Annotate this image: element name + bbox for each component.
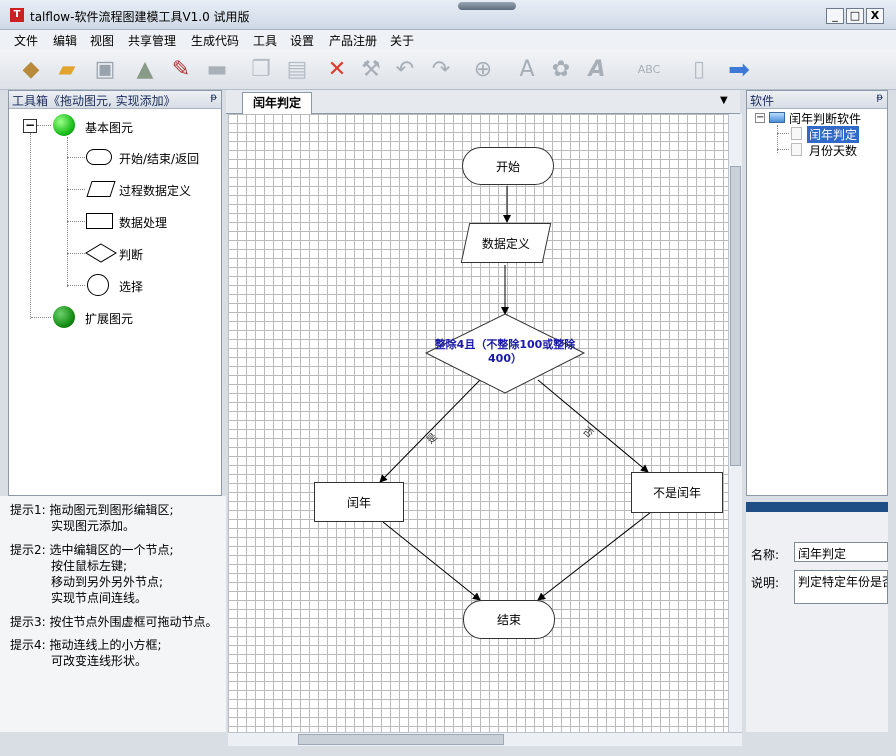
root-collapse-toggle[interactable]: − (755, 113, 765, 123)
tool-terminal[interactable]: 开始/结束/返回 (119, 150, 199, 167)
name-label: 名称: (751, 548, 780, 562)
tips-panel: 提示1: 拖动图元到图形编辑区; 实现图元添加。 提示2: 选中编辑区的一个节点;… (0, 496, 226, 732)
edge-yes-end[interactable] (382, 521, 481, 601)
data-define-node[interactable]: 数据定义 (460, 223, 552, 263)
terminal-shape-icon (86, 149, 112, 165)
spellcheck-icon[interactable]: ABC (634, 55, 664, 85)
software-title: 软件 (750, 94, 775, 108)
editor-tab-strip: 闰年判定 ▼ (226, 90, 740, 114)
menu-tools[interactable]: 工具 (253, 32, 277, 49)
edge-no-end[interactable] (537, 511, 652, 601)
vertical-scroll-thumb[interactable] (730, 166, 741, 466)
tip-4: 提示4: 拖动连线上的小方框; 可改变连线形状。 (10, 638, 162, 668)
diamond-shape-icon (85, 243, 117, 263)
maximize-button[interactable]: □ (846, 8, 864, 24)
tool-decision[interactable]: 判断 (119, 246, 143, 263)
arrow-right-icon[interactable]: ➡ (724, 55, 754, 85)
name-field[interactable]: 闰年判定 (794, 542, 888, 562)
circle-shape-icon (87, 274, 109, 296)
tip-1: 提示1: 拖动图元到图形编辑区; 实现图元添加。 (10, 503, 174, 533)
menu-file[interactable]: 文件 (14, 32, 38, 49)
canvas-vertical-scrollbar[interactable] (728, 114, 742, 732)
tool-process[interactable]: 数据处理 (119, 214, 167, 231)
menu-view[interactable]: 视图 (90, 32, 114, 49)
group-basic-label[interactable]: 基本图元 (85, 119, 133, 136)
edit-book-icon[interactable]: ✎ (166, 55, 196, 85)
end-node[interactable]: 结束 (463, 600, 555, 639)
rectangle-shape-icon (86, 213, 113, 229)
redo-icon[interactable]: ↷ (426, 55, 456, 85)
paste-icon[interactable]: ▤ (282, 55, 312, 85)
pin-icon[interactable]: ᵽ (876, 92, 883, 103)
tree-icon[interactable]: ▲ (130, 55, 160, 85)
tab-leap-year[interactable]: 闰年判定 (242, 92, 312, 114)
menu-settings[interactable]: 设置 (290, 32, 314, 49)
pin-icon[interactable]: ᵽ (210, 92, 217, 103)
green-ball-icon (53, 114, 75, 136)
minimize-button[interactable]: _ (826, 8, 844, 24)
parallelogram-shape-icon (86, 181, 116, 197)
zoom-icon[interactable]: ⊕ (468, 55, 498, 85)
group-extended-label[interactable]: 扩展图元 (85, 310, 133, 327)
tree-item-leap-year[interactable]: 闰年判定 (807, 126, 860, 143)
horizontal-scroll-thumb[interactable] (298, 734, 504, 745)
software-pane: 软件 ᵽ − 闰年判断软件 闰年判定 月份天数 (746, 90, 888, 496)
collapse-toggle[interactable]: − (23, 119, 37, 133)
start-node[interactable]: 开始 (462, 147, 554, 185)
tab-dropdown-icon[interactable]: ▼ (720, 95, 728, 106)
doc-icon (791, 127, 802, 140)
title-bar: T talflow-软件流程图建模工具V1.0 试用版 _ □ X (0, 0, 896, 30)
toolbox-title: 工具箱《拖动图元, 实现添加》 (12, 94, 176, 108)
description-field[interactable]: 判定特定年份是否 (794, 570, 888, 604)
menu-share[interactable]: 共享管理 (128, 32, 176, 49)
tool-select[interactable]: 选择 (119, 278, 143, 295)
menu-codegen[interactable]: 生成代码 (191, 32, 239, 49)
menu-about[interactable]: 关于 (390, 32, 414, 49)
leap-year-node[interactable]: 闰年 (314, 482, 404, 522)
resize-grip[interactable] (458, 2, 516, 10)
menu-bar: 文件 编辑 视图 共享管理 生成代码 工具 设置 产品注册 关于 (0, 30, 896, 50)
copy-icon[interactable]: ❐ (246, 55, 276, 85)
description-label: 说明: (751, 576, 780, 590)
canvas-horizontal-scrollbar[interactable] (228, 732, 742, 746)
delete-icon[interactable]: ✕ (322, 55, 352, 85)
folder-icon[interactable]: ▬ (202, 55, 232, 85)
tip-3: 提示3: 按住节点外围虚框可拖动节点。 (10, 615, 218, 629)
connector-layer (379, 186, 652, 601)
properties-panel: 名称: 闰年判定 说明: 判定特定年份是否 (746, 512, 888, 732)
decision-label: 整除4且（不整除100或整除400） (434, 338, 576, 365)
window-title: talflow-软件流程图建模工具V1.0 试用版 (30, 10, 250, 24)
monitor-icon (769, 112, 785, 123)
properties-bar (746, 502, 888, 512)
toolbox-header: 工具箱《拖动图元, 实现添加》 ᵽ (9, 91, 221, 109)
close-button[interactable]: X (866, 8, 884, 24)
diagram-canvas[interactable]: 开始 数据定义 整除4且（不整除100或整除400） 闰年 不是闰年 结束 是 … (228, 114, 728, 732)
undo-icon[interactable]: ↶ (390, 55, 420, 85)
tree-root[interactable]: 闰年判断软件 (789, 110, 861, 127)
app-logo-icon: T (10, 8, 24, 22)
software-header: 软件 ᵽ (747, 91, 887, 109)
tip-2: 提示2: 选中编辑区的一个节点; 按住鼠标左键; 移动到另外另外节点; 实现节点间连线… (10, 543, 174, 605)
box-3d-icon[interactable]: ◆ (16, 55, 46, 85)
toolbox-pane: 工具箱《拖动图元, 实现添加》 ᵽ − 基本图元 开始/结束/返回 过程数据定义 … (8, 90, 222, 496)
save-icon[interactable]: ▣ (90, 55, 120, 85)
page-icon[interactable]: ▯ (684, 55, 714, 85)
text-style-icon[interactable]: A (582, 55, 612, 85)
tree-item-month-days[interactable]: 月份天数 (809, 142, 857, 159)
menu-register[interactable]: 产品注册 (329, 32, 377, 49)
font-icon[interactable]: A (512, 55, 542, 85)
not-leap-year-node[interactable]: 不是闰年 (631, 472, 723, 513)
folder-open-icon[interactable]: ▰ (52, 55, 82, 85)
tools-icon[interactable]: ⚒ (356, 55, 386, 85)
dark-green-ball-icon (53, 306, 75, 328)
tool-data-define[interactable]: 过程数据定义 (119, 182, 191, 199)
menu-edit[interactable]: 编辑 (53, 32, 77, 49)
palette-icon[interactable]: ✿ (546, 55, 576, 85)
toolbar: ◆ ▰ ▣ ▲ ✎ ▬ ❐ ▤ ✕ ⚒ ↶ ↷ ⊕ A ✿ A ABC ▯ ➡ (0, 50, 896, 90)
doc-icon (791, 143, 802, 156)
